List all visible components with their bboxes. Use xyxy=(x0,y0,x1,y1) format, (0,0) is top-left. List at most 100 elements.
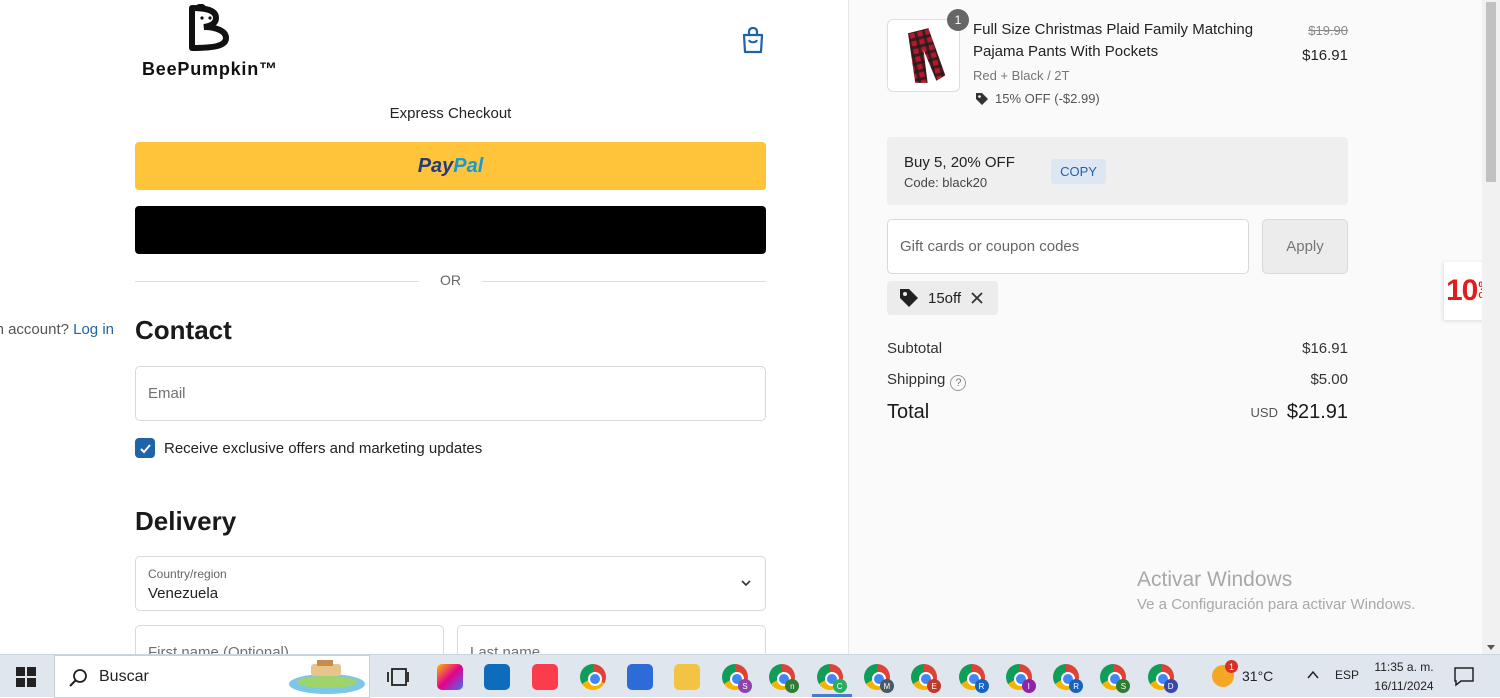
chrome-profile-letter: n xyxy=(785,679,800,693)
chevron-up-icon[interactable] xyxy=(1306,668,1320,682)
chrome-profile-icon[interactable]: S xyxy=(1100,664,1131,693)
language-indicator[interactable]: ESP xyxy=(1335,668,1359,682)
chrome-profile-letter: R xyxy=(1069,679,1084,693)
task-view-icon[interactable] xyxy=(385,664,411,690)
windows-activation-watermark: Activar Windows Ve a Configuración para … xyxy=(1137,568,1415,613)
price-tag-icon xyxy=(900,289,918,307)
weather-sun-icon: 1 xyxy=(1212,660,1238,687)
copy-code-button[interactable]: COPY xyxy=(1051,159,1106,184)
chrome-profile-icon[interactable]: S xyxy=(722,664,752,693)
music-app-icon[interactable] xyxy=(532,664,558,690)
marketing-checkbox-label: Receive exclusive offers and marketing u… xyxy=(164,439,483,457)
close-icon[interactable] xyxy=(970,291,984,305)
alternate-pay-button[interactable] xyxy=(135,206,766,254)
apply-coupon-button[interactable]: Apply xyxy=(1262,219,1348,274)
chrome-profile-letter: M xyxy=(879,679,894,693)
paypal-label-pay: Pay xyxy=(417,154,454,177)
product-discount-text: 15% OFF (-$2.99) xyxy=(995,91,1100,106)
last-name-placeholder: Last name xyxy=(470,644,541,654)
promo-title: Buy 5, 20% OFF xyxy=(904,154,1015,171)
original-price: $19.90 xyxy=(1308,23,1348,38)
or-label: OR xyxy=(440,272,461,288)
temperature: 31°C xyxy=(1242,668,1274,684)
chrome-profile-letter: C xyxy=(832,679,847,693)
subtotal-label: Subtotal xyxy=(887,340,943,357)
price-tag-icon xyxy=(976,92,988,105)
country-select[interactable]: Country/region Venezuela xyxy=(135,556,766,611)
total-row: Total USD $21.91 xyxy=(887,401,1348,424)
item-price: $16.91 xyxy=(1302,47,1348,64)
chrome-profile-icon[interactable]: R xyxy=(958,664,989,693)
notification-icon[interactable] xyxy=(1453,665,1475,687)
promo-code: Code: black20 xyxy=(904,175,988,190)
subtotal-value: $16.91 xyxy=(1302,340,1348,357)
product-variant: Red + Black / 2T xyxy=(973,68,1070,83)
email-field[interactable]: Email xyxy=(135,366,766,421)
chrome-profile-icon[interactable]: n xyxy=(769,664,800,693)
clock-time: 11:35 a. m. xyxy=(1374,660,1434,674)
product-title: Full Size Christmas Plaid Family Matchin… xyxy=(973,21,1254,60)
first-name-placeholder: First name (Optional) xyxy=(148,644,289,654)
brand-logo[interactable]: BeePumpkin™ xyxy=(140,4,290,79)
shipping-value: $5.00 xyxy=(1310,371,1348,388)
country-label: Country/region xyxy=(148,567,227,581)
chrome-profile-letter: S xyxy=(738,679,752,693)
file-explorer-icon[interactable] xyxy=(674,664,700,690)
coupon-placeholder: Gift cards or coupon codes xyxy=(900,238,1080,255)
start-button[interactable] xyxy=(0,655,52,698)
login-link[interactable]: Log in xyxy=(73,321,114,338)
store-icon[interactable] xyxy=(627,664,653,690)
checkmark-icon xyxy=(139,443,151,453)
product-discount: 15% OFF (-$2.99) xyxy=(975,91,1100,106)
windows-logo-icon xyxy=(16,666,36,687)
scroll-down-arrow-icon[interactable] xyxy=(1487,645,1495,650)
watermark-title: Activar Windows xyxy=(1137,568,1293,591)
promo-banner: Buy 5, 20% OFF Code: black20 COPY xyxy=(887,137,1348,205)
chrome-profile-icon[interactable]: C xyxy=(816,664,847,693)
chrome-profile-icon[interactable]: I xyxy=(1005,664,1036,693)
applied-coupon-tag: 15off xyxy=(887,281,998,315)
chrome-profile-letter: D xyxy=(1163,679,1178,693)
taskbar-search[interactable]: Buscar xyxy=(54,655,370,698)
first-name-field[interactable]: First name (Optional) xyxy=(135,625,444,654)
product-thumbnail xyxy=(887,19,960,92)
badge-number: 10 xyxy=(1446,274,1478,307)
chrome-profile-letter: S xyxy=(1116,679,1131,693)
last-name-field[interactable]: Last name xyxy=(457,625,766,654)
shipping-label: Shipping xyxy=(887,371,946,388)
chrome-profile-icon[interactable]: R xyxy=(1053,664,1084,693)
shopping-bag-icon[interactable] xyxy=(740,26,766,54)
delivery-heading: Delivery xyxy=(135,506,237,536)
chrome-icon[interactable] xyxy=(580,664,606,690)
outlook-icon[interactable] xyxy=(484,664,510,690)
marketing-checkbox[interactable] xyxy=(135,438,155,458)
bee-logo-icon xyxy=(189,4,230,51)
coupon-input[interactable]: Gift cards or coupon codes xyxy=(887,219,1249,274)
email-placeholder: Email xyxy=(148,385,186,402)
copilot-icon[interactable] xyxy=(437,664,463,690)
weather-widget[interactable]: 1 31°C xyxy=(1212,660,1274,687)
clock[interactable]: 11:35 a. m. 16/11/2024 xyxy=(1366,658,1442,696)
clock-date: 16/11/2024 xyxy=(1374,679,1434,693)
help-icon[interactable]: ? xyxy=(950,375,967,391)
chrome-profile-icon[interactable]: M xyxy=(863,664,894,693)
chrome-profile-letter: E xyxy=(927,679,942,693)
total-currency: USD xyxy=(1250,405,1278,420)
paypal-label-pal: Pal xyxy=(453,154,484,177)
contact-heading: Contact xyxy=(135,315,232,345)
search-label: Buscar xyxy=(99,668,149,685)
scrollbar-thumb[interactable] xyxy=(1486,2,1496,182)
marketing-option[interactable]: Receive exclusive offers and marketing u… xyxy=(135,438,482,458)
page-scrollbar[interactable] xyxy=(1482,0,1500,654)
paypal-button[interactable]: Pay Pal xyxy=(135,142,766,190)
or-divider: OR xyxy=(135,272,766,290)
account-prompt-text: Already have an account? xyxy=(0,321,69,338)
subtotal-row: Subtotal $16.91 xyxy=(887,340,1348,357)
plaid-pants-image xyxy=(908,28,946,83)
chrome-profile-icon[interactable]: E xyxy=(911,664,942,693)
chrome-profile-icon[interactable]: D xyxy=(1147,664,1178,693)
weather-badge: 1 xyxy=(1225,660,1238,673)
country-value: Venezuela xyxy=(148,585,219,602)
brand-name: BeePumpkin™ xyxy=(142,59,278,79)
account-prompt: Already have an account? Log in xyxy=(0,321,114,338)
